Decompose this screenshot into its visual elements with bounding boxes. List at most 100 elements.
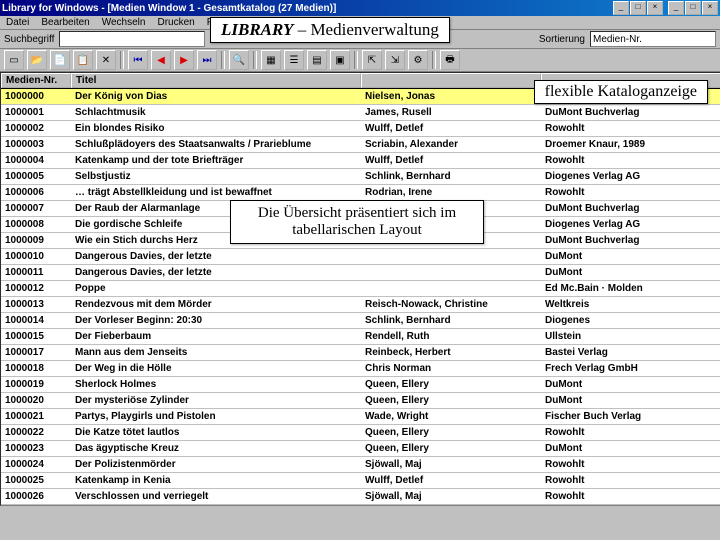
table-row[interactable]: 1000013Rendezvous mit dem MörderReisch-N… — [1, 297, 720, 313]
cell-publisher: DuMont — [541, 267, 720, 278]
table-row[interactable]: 1000001SchlachtmusikJames, RusellDuMont … — [1, 105, 720, 121]
table-row[interactable]: 1000021Partys, Playgirls und PistolenWad… — [1, 409, 720, 425]
child-close-button[interactable]: × — [702, 1, 718, 15]
cell-publisher: DuMont — [541, 395, 720, 406]
minimize-button[interactable]: _ — [613, 1, 629, 15]
table-row[interactable]: 1000024Der PolizistenmörderSjöwall, MajR… — [1, 457, 720, 473]
search-label: Suchbegriff — [4, 34, 54, 45]
cell-id: 1000003 — [1, 139, 71, 150]
maximize-button[interactable]: □ — [630, 1, 646, 15]
banner-description: Die Übersicht präsentiert sich im tabell… — [230, 200, 484, 244]
table-row[interactable]: 1000012PoppeEd Mc.Bain · Molden — [1, 281, 720, 297]
prev-button[interactable]: ◀ — [151, 50, 171, 70]
print-button[interactable]: 🖶 — [440, 50, 460, 70]
cell-title: Rendezvous mit dem Mörder — [71, 299, 361, 310]
last-button[interactable]: ⏭ — [197, 50, 217, 70]
cell-title: Schlachtmusik — [71, 107, 361, 118]
sort-label: Sortierung — [539, 34, 585, 45]
table-row[interactable]: 1000026Verschlossen und verriegeltSjöwal… — [1, 489, 720, 505]
first-button[interactable]: ⏮ — [128, 50, 148, 70]
tool3-button[interactable]: ▤ — [307, 50, 327, 70]
close-button[interactable]: × — [647, 1, 663, 15]
next-button[interactable]: ▶ — [174, 50, 194, 70]
col-id[interactable]: Medien-Nr. — [1, 73, 71, 88]
table-row[interactable]: 1000006… trägt Abstellkleidung und ist b… — [1, 185, 720, 201]
child-minimize-button[interactable]: _ — [668, 1, 684, 15]
cell-publisher: Diogenes — [541, 315, 720, 326]
table-row[interactable]: 1000002Ein blondes RisikoWulff, DetlefRo… — [1, 121, 720, 137]
cell-author: Queen, Ellery — [361, 395, 541, 406]
table-row[interactable]: 1000017Mann aus dem JenseitsReinbeck, He… — [1, 345, 720, 361]
sort-select[interactable] — [590, 31, 716, 47]
cell-author: Wulff, Detlef — [361, 155, 541, 166]
cell-title: Verschlossen und verriegelt — [71, 491, 361, 502]
tool2-button[interactable]: ☰ — [284, 50, 304, 70]
table-row[interactable]: 1000022Die Katze tötet lautlosQueen, Ell… — [1, 425, 720, 441]
table-row[interactable]: 1000020Der mysteriöse ZylinderQueen, Ell… — [1, 393, 720, 409]
list-icon: ☰ — [290, 55, 299, 66]
table-body: 1000000Der König von DiasNielsen, JonasF… — [1, 89, 720, 505]
cell-publisher: Rowohlt — [541, 123, 720, 134]
table-row[interactable]: 1000005SelbstjustizSchlink, BernhardDiog… — [1, 169, 720, 185]
menu-datei[interactable]: Datei — [6, 17, 29, 28]
cell-publisher: Frech Verlag GmbH — [541, 363, 720, 374]
cell-id: 1000010 — [1, 251, 71, 262]
menu-wechseln[interactable]: Wechseln — [102, 17, 146, 28]
banner-app-title: LIBRARY – Medienverwaltung — [210, 17, 450, 43]
cell-id: 1000023 — [1, 443, 71, 454]
tool4-button[interactable]: ▣ — [330, 50, 350, 70]
cell-author: Wulff, Detlef — [361, 123, 541, 134]
cell-id: 1000008 — [1, 219, 71, 230]
cell-title: Selbstjustiz — [71, 171, 361, 182]
import-button[interactable]: ⇲ — [385, 50, 405, 70]
open-button[interactable]: 📂 — [27, 50, 47, 70]
paste-button[interactable]: 📋 — [73, 50, 93, 70]
export-icon: ⇱ — [368, 55, 376, 66]
tool1-button[interactable]: ▦ — [261, 50, 281, 70]
cell-id: 1000026 — [1, 491, 71, 502]
table-row[interactable]: 1000015Der FieberbaumRendell, RuthUllste… — [1, 329, 720, 345]
table-row[interactable]: 1000014Der Vorleser Beginn: 20:30Schlink… — [1, 313, 720, 329]
menu-drucken[interactable]: Drucken — [157, 17, 194, 28]
cell-publisher: Fischer Buch Verlag — [541, 411, 720, 422]
cell-title: Poppe — [71, 283, 361, 294]
col-author[interactable] — [361, 73, 541, 88]
table-row[interactable]: 1000011Dangerous Davies, der letzteDuMon… — [1, 265, 720, 281]
separator — [221, 51, 225, 69]
new-button[interactable]: ▭ — [4, 50, 24, 70]
zoom-button[interactable]: 🔍 — [229, 50, 249, 70]
app-titlebar: Library for Windows - [Medien Window 1 -… — [0, 0, 720, 16]
cell-id: 1000004 — [1, 155, 71, 166]
app-title: Library for Windows - [Medien Window 1 -… — [2, 3, 612, 14]
cell-title: Der Vorleser Beginn: 20:30 — [71, 315, 361, 326]
cell-id: 1000017 — [1, 347, 71, 358]
cell-title: Der Fieberbaum — [71, 331, 361, 342]
cell-id: 1000015 — [1, 331, 71, 342]
paste-icon: 📋 — [77, 55, 89, 66]
table-row[interactable]: 1000025Katenkamp in KeniaWulff, DetlefRo… — [1, 473, 720, 489]
table-row[interactable]: 1000018Der Weg in die HölleChris NormanF… — [1, 361, 720, 377]
separator — [354, 51, 358, 69]
cell-id: 1000012 — [1, 283, 71, 294]
copy-button[interactable]: 📄 — [50, 50, 70, 70]
table-row[interactable]: 1000010Dangerous Davies, der letzteDuMon… — [1, 249, 720, 265]
table-row[interactable]: 1000003Schlußplädoyers des Staatsanwalts… — [1, 137, 720, 153]
table-row[interactable]: 1000023Das ägyptische KreuzQueen, Ellery… — [1, 441, 720, 457]
cell-author: Rendell, Ruth — [361, 331, 541, 342]
cell-title: Der Weg in die Hölle — [71, 363, 361, 374]
cell-title: Katenkamp und der tote Briefträger — [71, 155, 361, 166]
table-row[interactable]: 1000019Sherlock HolmesQueen, ElleryDuMon… — [1, 377, 720, 393]
export-button[interactable]: ⇱ — [362, 50, 382, 70]
cell-title: Sherlock Holmes — [71, 379, 361, 390]
search-input[interactable] — [59, 31, 205, 47]
col-title[interactable]: Titel — [71, 73, 361, 88]
table-row[interactable]: 1000004Katenkamp und der tote Briefträge… — [1, 153, 720, 169]
cell-title: Der König von Dias — [71, 91, 361, 102]
menu-bearbeiten[interactable]: Bearbeiten — [41, 17, 89, 28]
cell-author: Wulff, Detlef — [361, 475, 541, 486]
settings-button[interactable]: ⚙ — [408, 50, 428, 70]
child-maximize-button[interactable]: □ — [685, 1, 701, 15]
delete-button[interactable]: ✕ — [96, 50, 116, 70]
import-icon: ⇲ — [391, 55, 399, 66]
prev-icon: ◀ — [157, 55, 165, 66]
